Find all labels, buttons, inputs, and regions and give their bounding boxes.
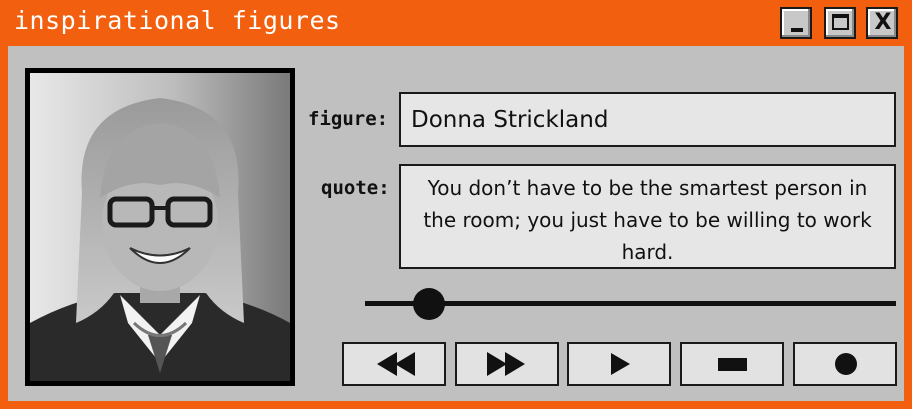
quote-label: quote: (321, 177, 390, 199)
stop-button[interactable] (680, 342, 784, 386)
progress-slider-handle[interactable] (412, 288, 445, 320)
record-button[interactable] (793, 342, 897, 386)
play-icon (611, 353, 630, 375)
minimize-button[interactable] (780, 7, 812, 39)
close-icon: X (874, 10, 892, 35)
maximize-button[interactable] (824, 7, 856, 39)
rewind-icon (377, 352, 415, 376)
portrait-photo (25, 68, 295, 386)
fast-forward-button[interactable] (455, 342, 559, 386)
window-title: inspirational figures (14, 6, 341, 35)
stop-icon (718, 358, 747, 371)
title-bar[interactable]: inspirational figures X (0, 0, 912, 44)
quote-field[interactable]: You don’t have to be the smartest person… (399, 164, 896, 269)
portrait-illustration (30, 73, 290, 381)
minimize-icon (791, 28, 803, 32)
app-window: inspirational figures X figure: Donna St… (0, 0, 912, 409)
rewind-button[interactable] (342, 342, 446, 386)
play-button[interactable] (567, 342, 671, 386)
figure-field[interactable]: Donna Strickland (399, 92, 896, 147)
figure-label: figure: (308, 108, 389, 130)
fast-forward-icon (487, 352, 525, 376)
maximize-icon (832, 14, 849, 30)
close-button[interactable]: X (866, 7, 898, 39)
record-icon (835, 353, 857, 375)
